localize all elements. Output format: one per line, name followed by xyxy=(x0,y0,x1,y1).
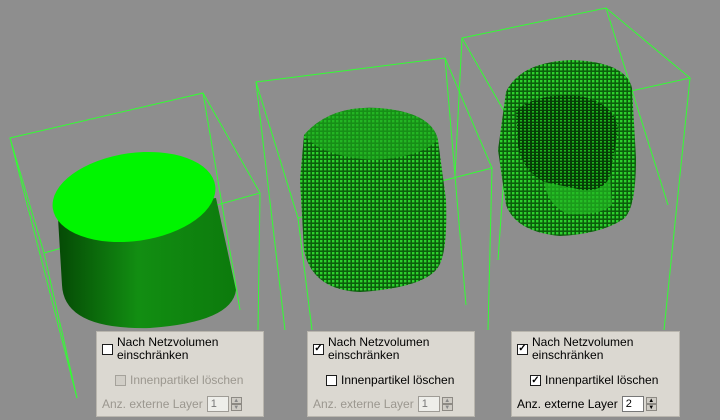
restrict-to-mesh-option[interactable]: ✓ Nach Netzvolumen einschränken xyxy=(313,336,448,362)
external-layers-control: Anz. externe Layer 1 ▲ ▼ xyxy=(102,396,242,412)
external-layers-control: Anz. externe Layer 1 ▲ ▼ xyxy=(313,396,453,412)
restrict-to-mesh-label: Nach Netzvolumen einschränken xyxy=(532,335,634,362)
delete-inner-checkbox[interactable]: ✓ xyxy=(530,375,541,386)
external-layers-label: Anz. externe Layer xyxy=(102,396,203,411)
external-layers-input[interactable]: 1 xyxy=(206,396,229,412)
external-layers-label: Anz. externe Layer xyxy=(313,396,414,411)
delete-inner-label: Innenpartikel löschen xyxy=(130,373,244,387)
restrict-to-mesh-option[interactable]: ✓ Nach Netzvolumen einschränken xyxy=(517,336,652,362)
spinner-down-icon[interactable]: ▼ xyxy=(645,404,657,411)
delete-inner-option[interactable]: Innenpartikel löschen xyxy=(115,374,243,387)
spinner-down-icon[interactable]: ▼ xyxy=(230,404,242,411)
delete-inner-checkbox[interactable] xyxy=(326,375,337,386)
spinner-up-icon[interactable]: ▲ xyxy=(441,397,453,404)
delete-inner-checkbox[interactable] xyxy=(115,375,126,386)
options-panel-1: Nach Netzvolumen einschränken Innenparti… xyxy=(96,331,264,417)
external-layers-spinner[interactable]: ▲ ▼ xyxy=(645,397,657,411)
external-layers-label: Anz. externe Layer xyxy=(517,396,618,411)
restrict-to-mesh-option[interactable]: Nach Netzvolumen einschränken xyxy=(102,336,237,362)
spinner-down-icon[interactable]: ▼ xyxy=(441,404,453,411)
external-layers-spinner[interactable]: ▲ ▼ xyxy=(441,397,453,411)
hollow-particle-object[interactable] xyxy=(454,7,692,331)
restrict-to-mesh-checkbox[interactable]: ✓ xyxy=(517,343,528,355)
restrict-to-mesh-label: Nach Netzvolumen einschränken xyxy=(117,335,219,362)
restrict-to-mesh-label: Nach Netzvolumen einschränken xyxy=(328,335,430,362)
restrict-to-mesh-checkbox[interactable] xyxy=(102,343,113,355)
external-layers-input[interactable]: 1 xyxy=(417,396,440,412)
delete-inner-label: Innenpartikel löschen xyxy=(545,373,659,387)
options-panel-3: ✓ Nach Netzvolumen einschränken ✓ Innenp… xyxy=(511,331,680,417)
external-layers-spinner[interactable]: ▲ ▼ xyxy=(230,397,242,411)
delete-inner-label: Innenpartikel löschen xyxy=(341,373,455,387)
delete-inner-option[interactable]: Innenpartikel löschen xyxy=(326,374,454,387)
options-panel-2: ✓ Nach Netzvolumen einschränken Innenpar… xyxy=(307,331,475,417)
spinner-up-icon[interactable]: ▲ xyxy=(645,397,657,404)
external-layers-input[interactable]: 2 xyxy=(621,396,644,412)
restrict-to-mesh-checkbox[interactable]: ✓ xyxy=(313,343,324,355)
spinner-up-icon[interactable]: ▲ xyxy=(230,397,242,404)
delete-inner-option[interactable]: ✓ Innenpartikel löschen xyxy=(530,374,658,387)
particle-cylinder-object[interactable] xyxy=(255,57,493,331)
external-layers-control: Anz. externe Layer 2 ▲ ▼ xyxy=(517,396,657,412)
